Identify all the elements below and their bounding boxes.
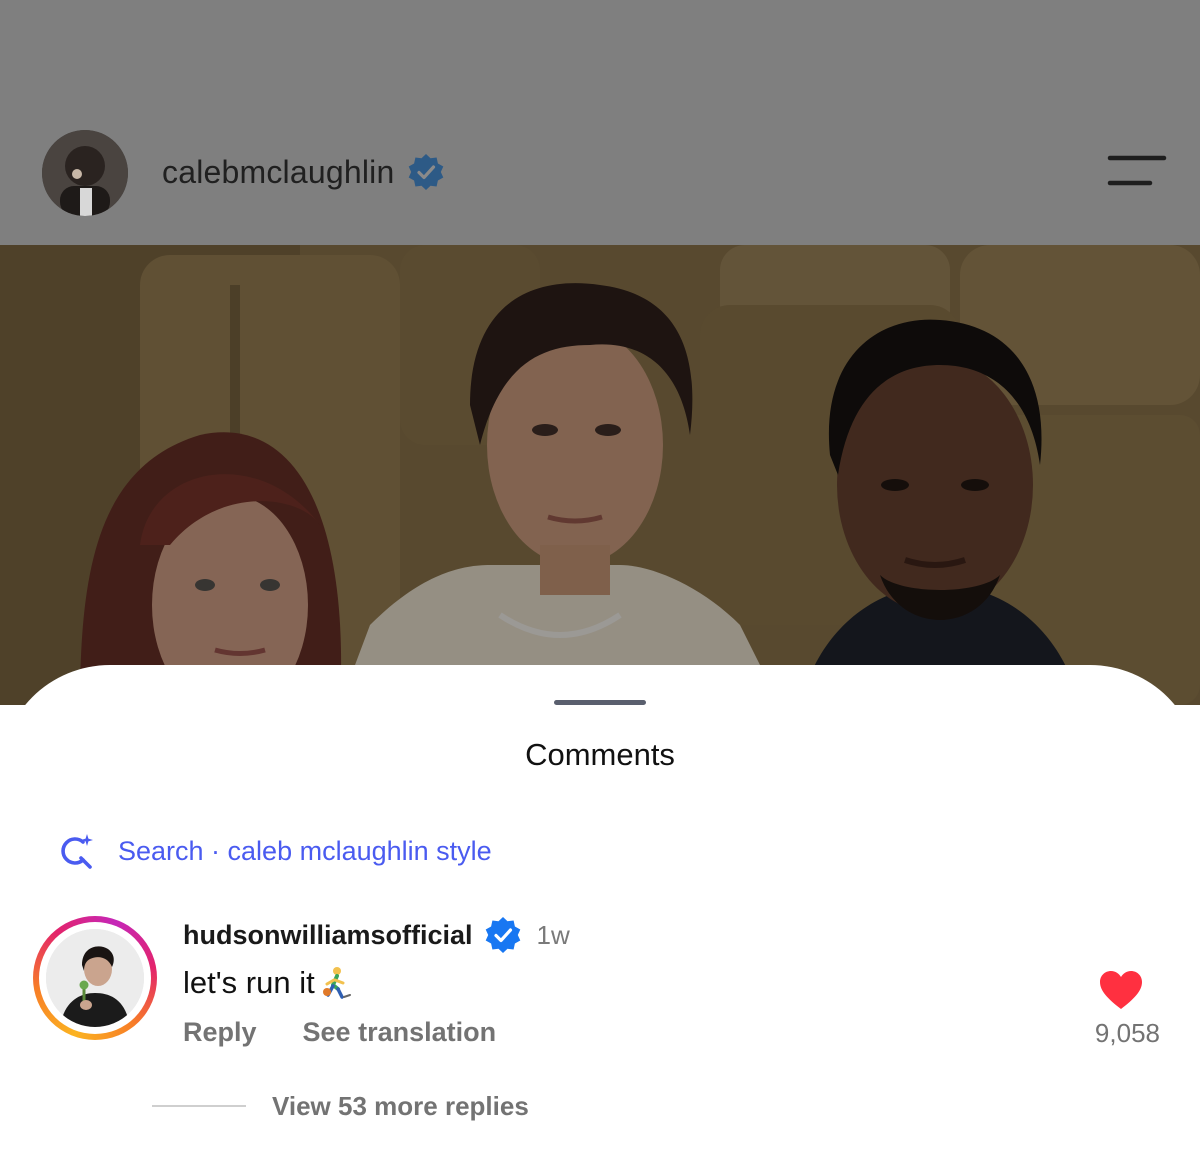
author-username[interactable]: calebmclaughlin	[162, 154, 394, 191]
screen: calebmclaughlin Comments Search · caleb …	[0, 0, 1200, 1150]
menu-icon[interactable]	[1104, 152, 1168, 192]
view-replies-label[interactable]: View 53 more replies	[272, 1091, 529, 1122]
post-header: calebmclaughlin	[0, 0, 1200, 245]
comment-timestamp: 1w	[536, 919, 570, 950]
comment-body: let's run it	[183, 965, 315, 1000]
author-name-row[interactable]: calebmclaughlin	[162, 150, 446, 194]
comment-item: hudsonwilliamsofficial 1w let's run it R…	[0, 913, 1200, 1063]
comment-header: hudsonwilliamsofficial 1w	[183, 913, 570, 957]
reply-button[interactable]: Reply	[183, 1017, 257, 1048]
verified-icon	[409, 154, 444, 190]
heart-filled-icon[interactable]	[1098, 969, 1144, 1011]
person-bouncing-ball-emoji-icon	[322, 967, 351, 999]
commenter-avatar[interactable]	[33, 916, 157, 1040]
comment-actions: Reply See translation	[183, 1017, 496, 1048]
author-avatar[interactable]	[42, 130, 128, 216]
like-count: 9,058	[1094, 1018, 1160, 1048]
comment-text: let's run it	[183, 965, 353, 1001]
search-suggestion-link[interactable]: Search · caleb mclaughlin style	[56, 831, 492, 871]
comments-title: Comments	[525, 737, 675, 772]
see-translation-button[interactable]: See translation	[303, 1017, 497, 1048]
comments-sheet: Comments Search · caleb mclaughlin style	[0, 665, 1200, 1150]
post-photo[interactable]	[0, 245, 1200, 705]
drag-handle[interactable]	[554, 700, 646, 705]
replies-divider-line	[152, 1105, 246, 1107]
verified-icon	[485, 917, 520, 953]
ai-search-sparkle-icon	[61, 834, 93, 869]
commenter-username[interactable]: hudsonwilliamsofficial	[183, 920, 473, 951]
search-suggestion-text[interactable]: Search · caleb mclaughlin style	[118, 836, 492, 867]
view-more-replies-button[interactable]: View 53 more replies	[152, 1086, 529, 1126]
